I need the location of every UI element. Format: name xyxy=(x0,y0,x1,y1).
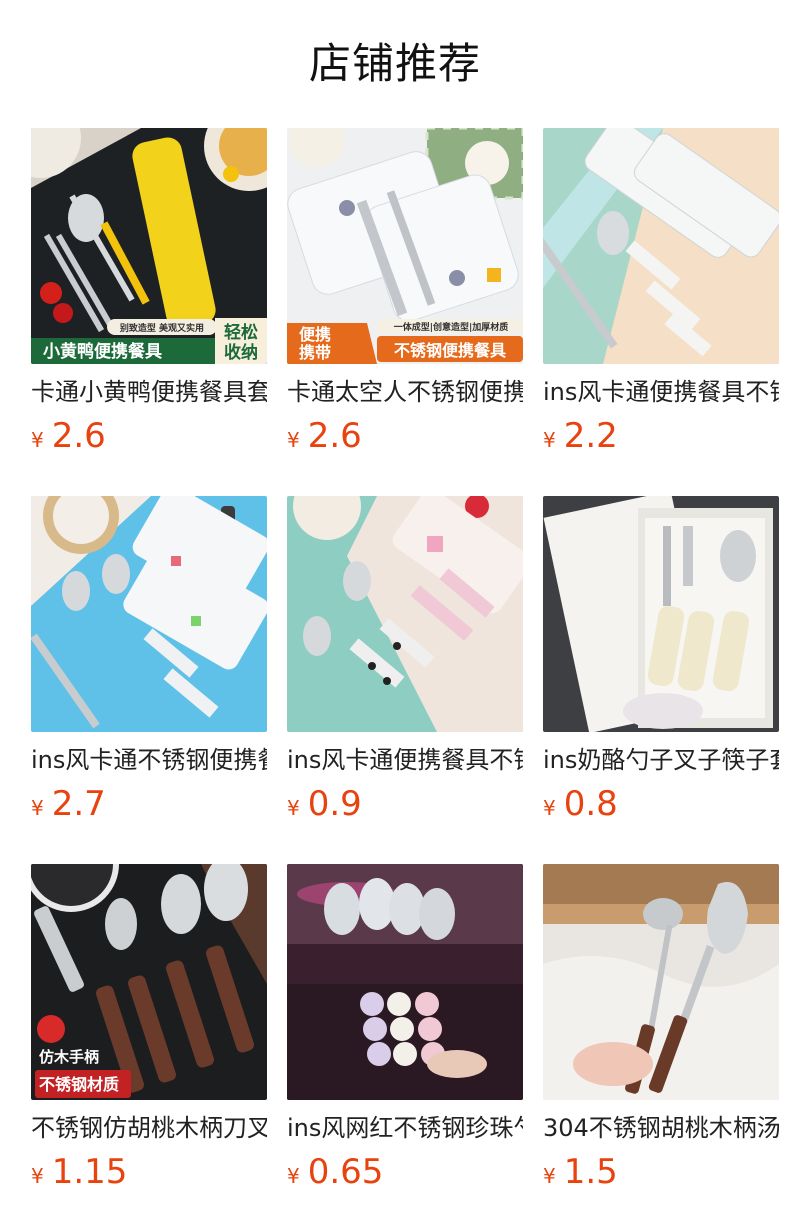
currency-symbol: ¥ xyxy=(287,1164,300,1188)
product-price: ¥0.65 xyxy=(287,1150,383,1194)
price-value: 2.6 xyxy=(51,416,106,456)
currency-symbol: ¥ xyxy=(31,428,44,452)
price-value: 2.6 xyxy=(307,416,362,456)
product-card[interactable]: ins风卡通不锈钢便携餐具 ¥2.7 xyxy=(31,496,267,836)
price-value: 0.65 xyxy=(307,1152,384,1192)
currency-symbol: ¥ xyxy=(31,796,44,820)
product-price: ¥2.7 xyxy=(31,782,106,826)
product-price: ¥0.9 xyxy=(287,782,362,826)
cow-print-cutlery-set-photo[interactable] xyxy=(287,496,523,732)
yellow-duck-cutlery-set-photo[interactable]: 别致造型 美观又实用 小黄鸭便携餐具 轻松 收纳 xyxy=(31,128,267,364)
badge-carry: 携带 xyxy=(299,343,331,362)
product-price: ¥2.2 xyxy=(543,414,618,458)
page-title: 店铺推荐 xyxy=(308,39,481,88)
price-value: 2.7 xyxy=(51,784,106,824)
product-card[interactable]: ins风卡通便携餐具不锈钢 ¥2.2 xyxy=(543,128,779,468)
astronaut-cutlery-set-photo[interactable]: 便携 携带 一体成型|创意造型|加厚材质 不锈钢便携餐具 xyxy=(287,128,523,364)
currency-symbol: ¥ xyxy=(287,796,300,820)
price-value: 1.15 xyxy=(51,1152,128,1192)
product-price: ¥1.15 xyxy=(31,1150,127,1194)
price-value: 0.8 xyxy=(563,784,618,824)
badge-storage: 收纳 xyxy=(224,342,258,363)
walnut-handle-ladle-photo[interactable] xyxy=(543,864,779,1100)
pearl-handle-spoons-photo[interactable] xyxy=(287,864,523,1100)
price-value: 1.5 xyxy=(563,1152,618,1192)
currency-symbol: ¥ xyxy=(287,428,300,452)
price-value: 0.9 xyxy=(307,784,362,824)
product-name[interactable]: 卡通太空人不锈钢便携餐具 xyxy=(287,374,523,410)
badge-easy: 轻松 xyxy=(224,322,258,343)
badge-faux-wood: 仿木手柄 xyxy=(39,1048,99,1066)
badge-stainless: 不锈钢材质 xyxy=(39,1075,119,1094)
cheese-handle-cutlery-box-photo[interactable] xyxy=(543,496,779,732)
price-value: 2.2 xyxy=(563,416,618,456)
badge-tagline: 一体成型|创意造型|加厚材质 xyxy=(394,321,509,333)
product-name[interactable]: 卡通小黄鸭便携餐具套装 xyxy=(31,374,267,410)
blue-cutlery-set-photo[interactable] xyxy=(31,496,267,732)
product-card[interactable]: 仿木手柄 不锈钢材质 不锈钢仿胡桃木柄刀叉勺 ¥1.15 xyxy=(31,864,267,1204)
currency-symbol: ¥ xyxy=(31,1164,44,1188)
product-name[interactable]: 304不锈钢胡桃木柄汤勺 xyxy=(543,1110,779,1146)
badge-product-type: 不锈钢便携餐具 xyxy=(394,341,506,360)
currency-symbol: ¥ xyxy=(543,796,556,820)
mint-cutlery-set-photo[interactable] xyxy=(543,128,779,364)
product-price: ¥0.8 xyxy=(543,782,618,826)
product-card[interactable]: ins风网红不锈钢珍珠勺子 ¥0.65 xyxy=(287,864,523,1204)
product-card[interactable]: ins风卡通便携餐具不锈钢 ¥0.9 xyxy=(287,496,523,836)
product-card[interactable]: 便携 携带 一体成型|创意造型|加厚材质 不锈钢便携餐具 卡通太空人不锈钢便携餐… xyxy=(287,128,523,468)
product-name[interactable]: ins奶酪勺子叉子筷子套装 xyxy=(543,742,779,778)
product-name[interactable]: ins风网红不锈钢珍珠勺子 xyxy=(287,1110,523,1146)
product-name[interactable]: 不锈钢仿胡桃木柄刀叉勺 xyxy=(31,1110,267,1146)
badge-portable: 便携 xyxy=(299,325,331,344)
badge-product-type: 小黄鸭便携餐具 xyxy=(43,341,162,362)
product-name[interactable]: ins风卡通便携餐具不锈钢 xyxy=(543,374,779,410)
currency-symbol: ¥ xyxy=(543,1164,556,1188)
product-name[interactable]: ins风卡通便携餐具不锈钢 xyxy=(287,742,523,778)
product-card[interactable]: 别致造型 美观又实用 小黄鸭便携餐具 轻松 收纳 卡通小黄鸭便携餐具套装 ¥2.… xyxy=(31,128,267,468)
currency-symbol: ¥ xyxy=(543,428,556,452)
walnut-handle-cutlery-photo[interactable]: 仿木手柄 不锈钢材质 xyxy=(31,864,267,1100)
product-price: ¥2.6 xyxy=(31,414,106,458)
product-card[interactable]: ins奶酪勺子叉子筷子套装 ¥0.8 xyxy=(543,496,779,836)
product-name[interactable]: ins风卡通不锈钢便携餐具 xyxy=(31,742,267,778)
product-price: ¥2.6 xyxy=(287,414,362,458)
badge-tagline: 别致造型 美观又实用 xyxy=(119,322,204,334)
product-card[interactable]: 304不锈钢胡桃木柄汤勺 ¥1.5 xyxy=(543,864,779,1204)
product-price: ¥1.5 xyxy=(543,1150,618,1194)
